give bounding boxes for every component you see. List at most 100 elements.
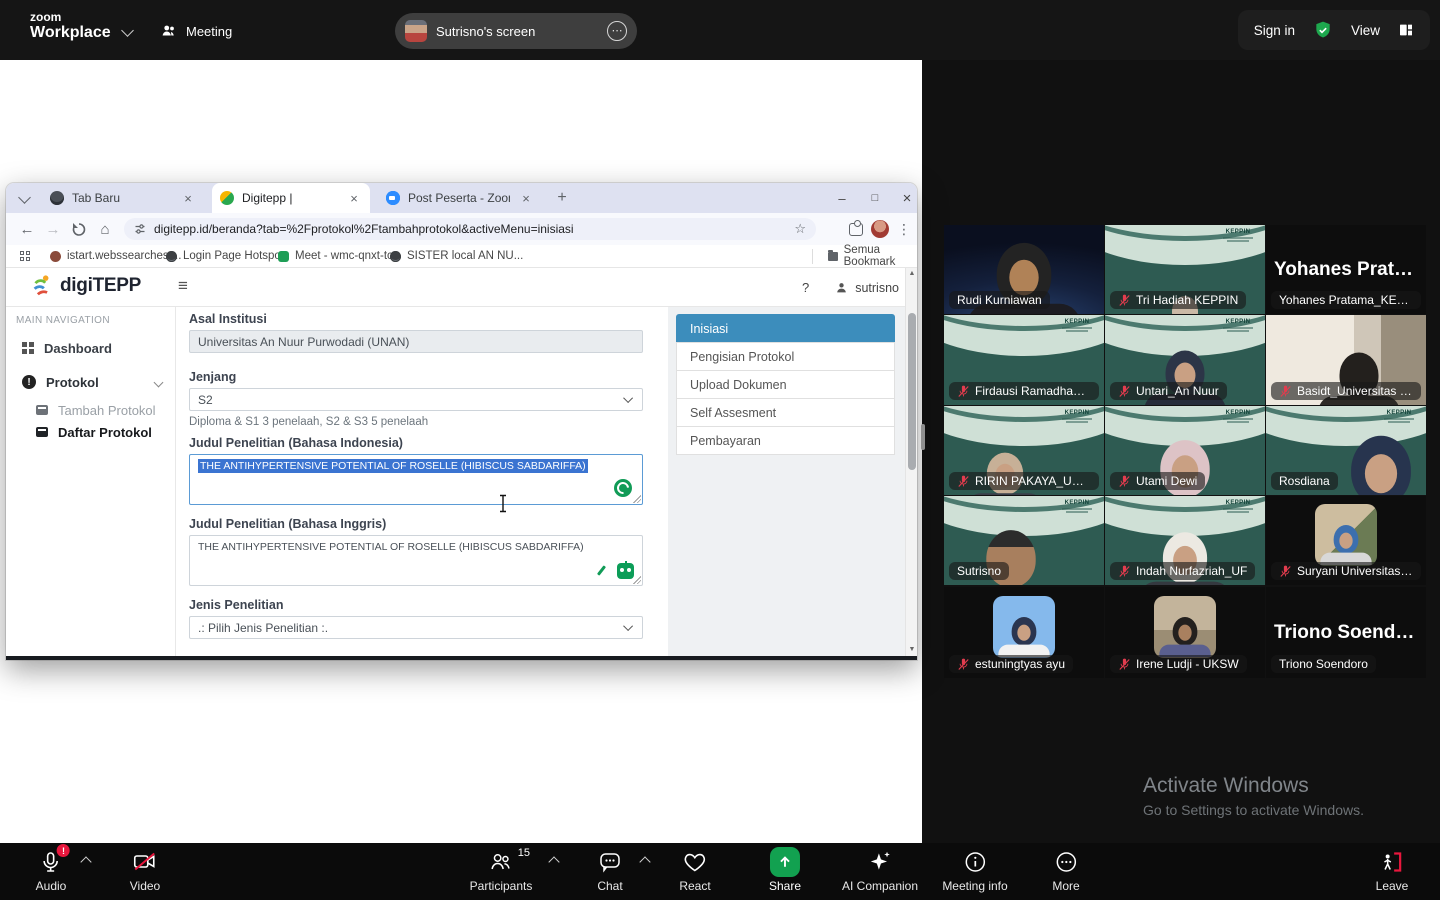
site-settings-icon[interactable]: [134, 223, 146, 235]
step-inisiasi[interactable]: Inisiasi: [676, 314, 895, 343]
participant-tile[interactable]: KEPPIN RIRIN PAKAYA_UNIGO: [944, 406, 1104, 495]
extensions-icon[interactable]: [849, 219, 863, 236]
shared-screen-pill[interactable]: Sutrisno's screen ⋯: [395, 13, 637, 49]
minimize-button[interactable]: –: [830, 183, 854, 213]
audio-button[interactable]: ! Audio: [36, 844, 70, 893]
apps-grid-icon[interactable]: [20, 251, 30, 261]
browser-menu-icon[interactable]: ⋮: [897, 221, 911, 238]
participant-tile[interactable]: KEPPIN Untari_An Nuur: [1105, 315, 1265, 405]
reload-icon[interactable]: [66, 222, 92, 237]
scrollbar-thumb[interactable]: [908, 313, 916, 470]
tab-meeting[interactable]: Meeting: [160, 18, 232, 44]
avatar: [993, 596, 1055, 659]
page-scrollbar[interactable]: ▲ ▼: [905, 268, 917, 656]
sign-in-button[interactable]: Sign in: [1254, 23, 1295, 38]
digitepp-logo[interactable]: digiTEPP: [30, 274, 141, 298]
video-grid-scrollbar[interactable]: [921, 424, 925, 450]
participant-tile[interactable]: KEPPIN Utami Dewi: [1105, 406, 1265, 495]
tab-digitepp[interactable]: Digitepp | ×: [212, 183, 370, 213]
bookmark-favicon: [50, 250, 61, 262]
file-icon: [36, 405, 48, 415]
grammarly-icon[interactable]: [614, 479, 632, 497]
workplace-label[interactable]: Workplace: [30, 24, 111, 42]
participant-tile[interactable]: Suryani Universitas A...: [1266, 496, 1426, 585]
tab-post-peserta[interactable]: Post Peserta - Zoom ×: [378, 183, 542, 213]
step-upload-dokumen[interactable]: Upload Dokumen: [676, 370, 895, 399]
sidebar-item-protokol[interactable]: ! Protokol: [6, 369, 176, 395]
window-close-button[interactable]: ×: [895, 183, 919, 213]
share-button[interactable]: Share: [769, 847, 801, 893]
participant-tile[interactable]: KEPPIN Firdausi Ramadhani_...: [944, 315, 1104, 405]
participant-tile[interactable]: Basidt_Universitas an ...: [1266, 315, 1426, 405]
pill-more-icon[interactable]: ⋯: [607, 21, 627, 41]
bookmark-star-icon[interactable]: ☆: [794, 221, 806, 237]
scroll-up-icon[interactable]: ▲: [906, 270, 918, 277]
participants-button[interactable]: 15 Participants: [470, 847, 533, 893]
maximize-button[interactable]: □: [863, 183, 887, 213]
hamburger-icon[interactable]: ≡: [178, 276, 188, 296]
file-icon: [36, 427, 48, 437]
browser-window: Tab Baru × Digitepp | × Post Peserta - Z…: [6, 183, 917, 660]
react-button[interactable]: React: [679, 848, 711, 893]
all-bookmarks-button[interactable]: Semua Bookmark: [828, 244, 917, 268]
chat-button[interactable]: Chat: [597, 848, 623, 893]
participant-tile[interactable]: Yohanes Pratam... Yohanes Pratama_KEPPIN: [1266, 225, 1426, 314]
sidebar-item-dashboard[interactable]: Dashboard: [6, 335, 176, 361]
more-button[interactable]: More: [1052, 848, 1080, 893]
participant-tile[interactable]: KEPPIN Tri Hadiah KEPPIN: [1105, 225, 1265, 314]
participant-tile[interactable]: Rudi Kurniawan: [944, 225, 1104, 314]
audio-options-chevron[interactable]: [80, 856, 92, 868]
scroll-down-icon[interactable]: ▼: [906, 646, 918, 653]
ai-assistant-icon[interactable]: [617, 561, 634, 579]
bookmark-item[interactable]: Login Page Hotspot: [166, 245, 284, 267]
step-self-assesment[interactable]: Self Assesment: [676, 398, 895, 427]
home-icon[interactable]: ⌂: [92, 221, 118, 238]
close-icon[interactable]: ×: [346, 191, 362, 206]
profile-avatar[interactable]: [871, 220, 889, 238]
view-button[interactable]: View: [1351, 23, 1380, 38]
chevron-down-icon[interactable]: [121, 24, 134, 37]
new-tab-button[interactable]: +: [550, 183, 574, 213]
digitepp-logo-icon: [33, 275, 49, 296]
step-pembayaran[interactable]: Pembayaran: [676, 426, 895, 455]
bookmark-item[interactable]: Meet - wmc-qnxt-tcc: [278, 245, 399, 267]
leave-button[interactable]: Leave: [1376, 848, 1408, 893]
tab-search-icon[interactable]: [18, 191, 31, 204]
chat-icon: [600, 853, 620, 873]
participants-options-chevron[interactable]: [548, 856, 560, 868]
participant-tile[interactable]: KEPPIN Sutrisno: [944, 496, 1104, 585]
step-pengisian-protokol[interactable]: Pengisian Protokol: [676, 342, 895, 371]
participant-tile[interactable]: KEPPIN Indah Nurfazriah_UF: [1105, 496, 1265, 585]
back-icon[interactable]: ←: [14, 221, 40, 238]
judul-en-textarea[interactable]: THE ANTIHYPERTENSIVE POTENTIAL OF ROSELL…: [189, 535, 643, 586]
jenjang-select[interactable]: S2: [189, 388, 643, 411]
tab-tab-baru[interactable]: Tab Baru ×: [42, 183, 204, 213]
video-button[interactable]: Video: [130, 848, 160, 893]
jenis-select[interactable]: .: Pilih Jenis Penelitian :.: [189, 616, 643, 639]
participant-tile[interactable]: Triono Soendoro Triono Soendoro: [1266, 587, 1426, 678]
participant-name-tag: Indah Nurfazriah_UF: [1110, 562, 1256, 580]
sidebar-item-daftar-protokol[interactable]: Daftar Protokol: [6, 419, 176, 445]
resize-handle-icon[interactable]: [633, 495, 641, 503]
resize-handle-icon[interactable]: [633, 576, 641, 584]
ai-companion-button[interactable]: AI Companion: [842, 848, 918, 893]
help-button[interactable]: ?: [802, 280, 809, 295]
url-bar[interactable]: digitepp.id/beranda?tab=%2Fprotokol%2Fta…: [124, 218, 816, 240]
keppin-logo: KEPPIN: [1223, 410, 1253, 423]
grammarly-pen-icon[interactable]: [597, 565, 608, 576]
judul-id-textarea[interactable]: THE ANTIHYPERTENSIVE POTENTIAL OF ROSELL…: [189, 454, 643, 505]
bookmark-item[interactable]: SISTER local AN NU...: [390, 245, 523, 267]
participant-tile[interactable]: estuningtyas ayu: [944, 587, 1104, 678]
user-menu[interactable]: sutrisno: [835, 281, 899, 295]
close-icon[interactable]: ×: [518, 191, 534, 206]
forward-icon[interactable]: →: [40, 221, 66, 238]
view-layout-icon[interactable]: [1398, 22, 1414, 38]
jenis-label: Jenis Penelitian: [189, 598, 284, 612]
participant-tile[interactable]: Irene Ludji - UKSW: [1105, 587, 1265, 678]
nav-heading: MAIN NAVIGATION: [16, 315, 110, 326]
bookmark-item[interactable]: istart.webssearches....: [50, 245, 181, 267]
participant-tile[interactable]: KEPPIN Rosdiana: [1266, 406, 1426, 495]
close-icon[interactable]: ×: [180, 191, 196, 206]
chat-options-chevron[interactable]: [639, 856, 651, 868]
meeting-info-button[interactable]: Meeting info: [942, 848, 1008, 893]
